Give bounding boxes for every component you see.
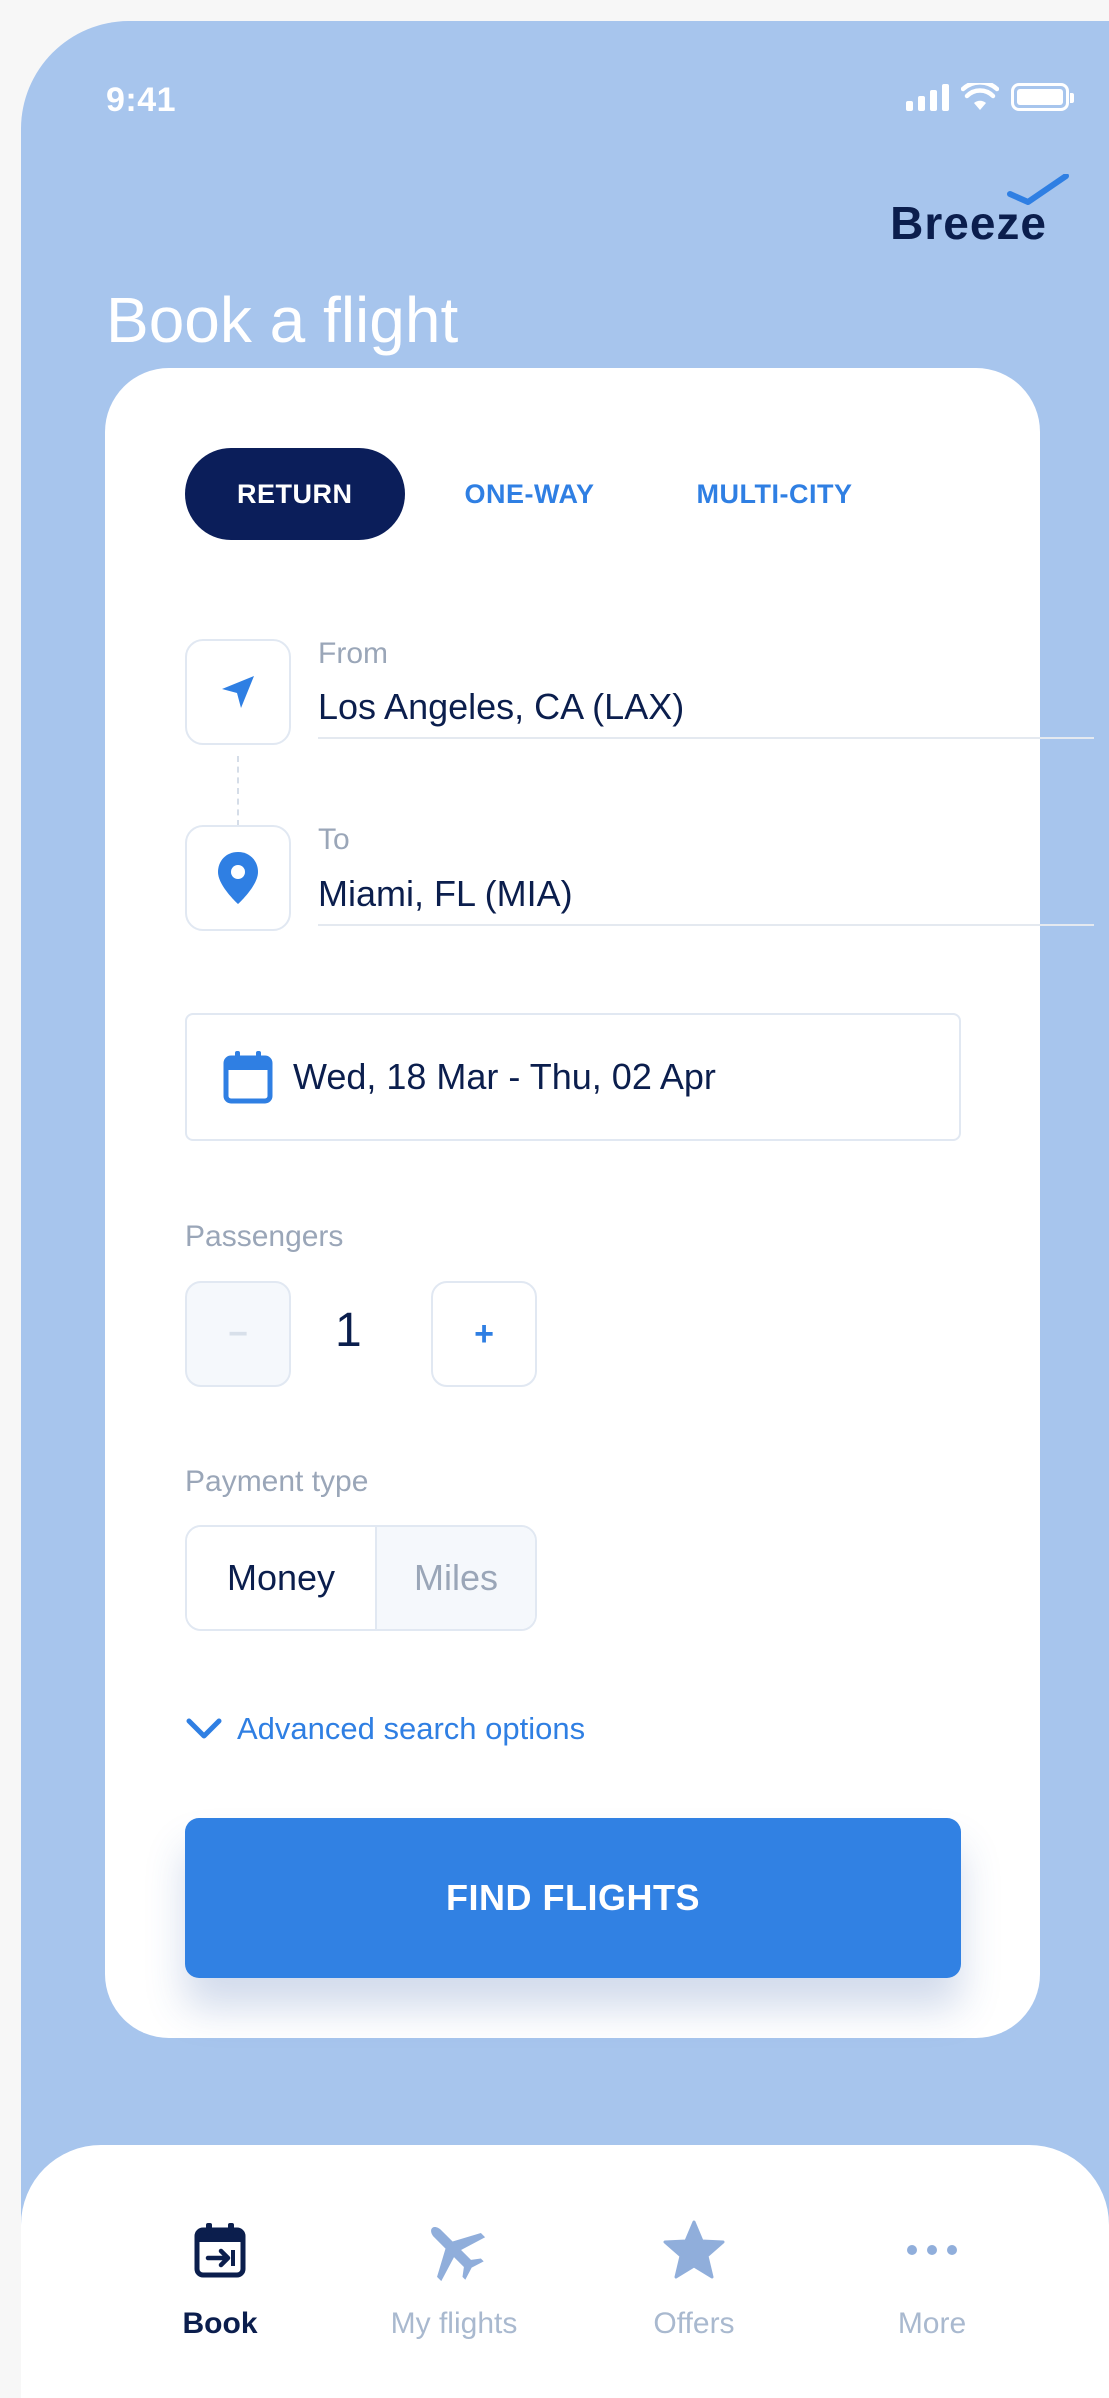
map-pin-icon [218,852,258,904]
date-range-field[interactable]: Wed, 18 Mar - Thu, 02 Apr [185,1013,961,1141]
bottom-nav: Book My flights Offers More [21,2145,1109,2398]
logo-check-icon [1007,174,1070,205]
battery-icon [1011,83,1074,111]
passengers-minus-button[interactable]: − [185,1281,291,1387]
nav-book-label: Book [182,2307,258,2340]
airplane-icon [431,2227,486,2282]
trip-type-tabs: RETURN ONE-WAY MULTI-CITY [185,448,883,540]
more-dots-icon [907,2245,957,2255]
payment-option-miles[interactable]: Miles [377,1527,535,1629]
tab-return[interactable]: RETURN [185,448,405,540]
nav-book[interactable]: Book [120,2215,320,2341]
passengers-label: Passengers [185,1220,344,1253]
star-icon [663,2220,725,2279]
to-label: To [318,823,350,856]
tab-one-way[interactable]: ONE-WAY [405,448,625,540]
status-icons [906,83,1074,111]
date-range-value: Wed, 18 Mar - Thu, 02 Apr [293,1056,716,1097]
passengers-count: 1 [335,1304,362,1357]
payment-option-money[interactable]: Money [187,1527,377,1629]
from-underline [318,737,1094,739]
nav-more-label: More [897,2307,967,2340]
nav-my-flights[interactable]: My flights [354,2215,554,2341]
navigation-arrow-icon [222,676,254,708]
passengers-plus-button[interactable]: + [431,1281,537,1387]
app-screen: 9:41 Breeze Book a flight RETURN ONE-WAY… [21,21,1109,2398]
route-connector [237,756,239,826]
from-field[interactable]: Los Angeles, CA (LAX) [318,686,684,728]
status-time: 9:41 [106,81,177,119]
chevron-down-icon [186,1718,222,1739]
from-icon-box[interactable] [185,639,291,745]
page-title: Book a flight [106,284,459,356]
nav-offers[interactable]: Offers [594,2215,794,2341]
payment-type-label: Payment type [185,1465,369,1498]
signal-icon [906,83,949,111]
calendar-book-icon [194,2223,246,2278]
tab-multi-city[interactable]: MULTI-CITY [625,448,883,540]
to-icon-box[interactable] [185,825,291,931]
to-field[interactable]: Miami, FL (MIA) [318,873,573,915]
to-underline [318,924,1094,926]
brand-logo: Breeze [890,174,1070,250]
wifi-icon [961,83,999,110]
advanced-search-toggle[interactable]: Advanced search options [185,1711,585,1747]
search-card: RETURN ONE-WAY MULTI-CITY From Los Angel… [105,368,1094,2038]
payment-type-toggle: Money Miles [185,1525,537,1631]
nav-my-flights-label: My flights [390,2307,518,2340]
calendar-icon [223,1051,273,1104]
nav-offers-label: Offers [653,2307,735,2340]
advanced-search-label: Advanced search options [237,1711,586,1746]
nav-more[interactable]: More [832,2215,1032,2341]
find-flights-button[interactable]: FIND FLIGHTS [185,1818,961,1978]
from-label: From [318,637,388,670]
